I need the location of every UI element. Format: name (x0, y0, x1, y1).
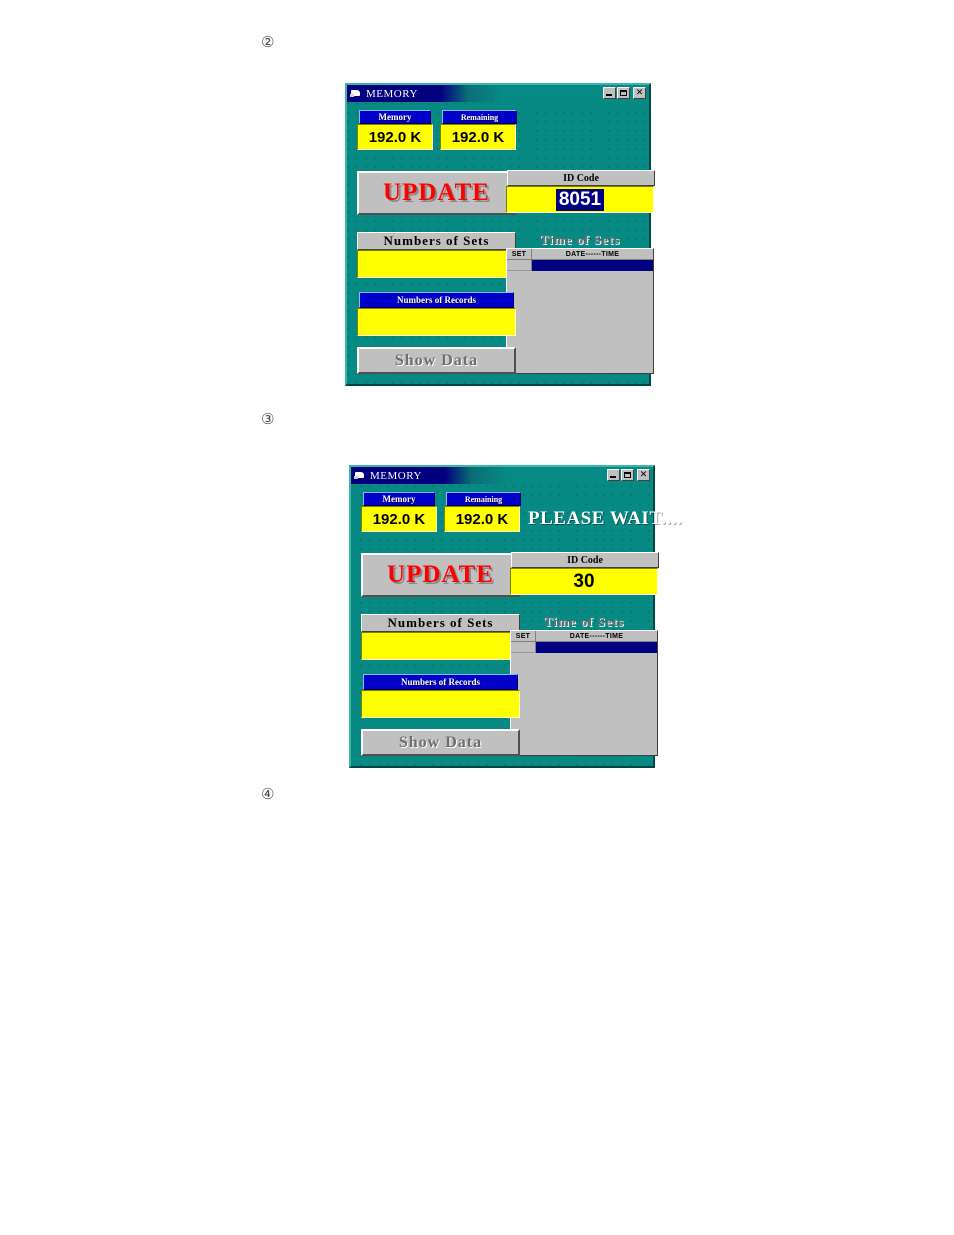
id-code-label: ID Code (507, 170, 655, 186)
remaining-value-field: 192.0 K (440, 124, 516, 150)
maximize-button[interactable] (617, 87, 630, 99)
minimize-icon (610, 476, 616, 478)
minimize-button[interactable] (603, 87, 616, 99)
window-2-client-area: MEMORY ✕ Memory 192.0 K Remaining 192.0 … (351, 467, 682, 766)
numbers-of-sets-field[interactable] (357, 250, 516, 278)
time-of-sets-grid[interactable]: SET DATE------TIME (510, 630, 658, 756)
row-set-cell (507, 260, 532, 271)
close-icon: ✕ (639, 470, 648, 480)
row-set-cell (511, 642, 536, 653)
window-1-client-area: MEMORY ✕ Memory 192.0 K Remaining 192.0 … (347, 85, 655, 384)
window-2-titlebar[interactable]: MEMORY ✕ (351, 467, 653, 484)
update-button-label: UPDATE (387, 561, 494, 588)
numbers-of-records-label: Numbers of Records (363, 674, 518, 690)
show-data-button[interactable]: Show Data (357, 347, 516, 374)
memory-value-field: 192.0 K (357, 124, 433, 150)
maximize-button[interactable] (621, 469, 634, 481)
table-row[interactable] (507, 260, 653, 271)
remaining-label: Remaining (446, 492, 521, 506)
window-1-controls: ✕ (603, 87, 646, 99)
close-button[interactable]: ✕ (633, 87, 646, 99)
memory-chip-icon (350, 88, 362, 99)
id-code-value: 8051 (555, 188, 605, 211)
time-of-sets-col-set: SET (511, 631, 536, 641)
window-2-controls: ✕ (607, 469, 650, 481)
remaining-label: Remaining (442, 110, 517, 124)
close-button[interactable]: ✕ (637, 469, 650, 481)
update-button[interactable]: UPDATE (361, 553, 520, 597)
window-2-title: MEMORY (370, 469, 422, 482)
row-datetime-cell (532, 260, 653, 271)
numbers-of-records-label: Numbers of Records (359, 292, 514, 308)
memory-window-2[interactable]: MEMORY ✕ Memory 192.0 K Remaining 192.0 … (349, 465, 682, 768)
time-of-sets-label: Time of Sets (543, 613, 625, 629)
status-message: PLEASE WAIT.... (528, 508, 683, 529)
close-icon: ✕ (635, 88, 644, 98)
update-button-label: UPDATE (383, 179, 490, 206)
memory-window-1[interactable]: MEMORY ✕ Memory 192.0 K Remaining 192.0 … (345, 83, 655, 386)
time-of-sets-grid[interactable]: SET DATE------TIME (506, 248, 654, 374)
time-of-sets-header-row: SET DATE------TIME (511, 631, 657, 642)
row-datetime-cell (536, 642, 657, 653)
id-code-field[interactable]: 8051 (506, 186, 654, 213)
window-1-titlebar[interactable]: MEMORY ✕ (347, 85, 649, 102)
show-data-button-label: Show Data (394, 351, 479, 369)
id-code-label: ID Code (511, 552, 659, 568)
window-1-title: MEMORY (366, 87, 418, 100)
step-marker-4: ④ (261, 785, 275, 803)
id-code-field[interactable]: 30 (510, 568, 658, 595)
table-row[interactable] (511, 642, 657, 653)
step-marker-2: ② (261, 33, 275, 51)
show-data-button[interactable]: Show Data (361, 729, 520, 756)
numbers-of-records-field[interactable] (361, 690, 520, 718)
minimize-icon (606, 94, 612, 96)
minimize-button[interactable] (607, 469, 620, 481)
numbers-of-records-field[interactable] (357, 308, 516, 336)
time-of-sets-label: Time of Sets (539, 231, 621, 247)
remaining-value-field: 192.0 K (444, 506, 520, 532)
maximize-icon (624, 472, 631, 478)
show-data-button-label: Show Data (398, 733, 483, 751)
time-of-sets-col-datetime: DATE------TIME (536, 631, 657, 641)
numbers-of-sets-label: Numbers of Sets (361, 614, 520, 632)
time-of-sets-col-datetime: DATE------TIME (532, 249, 653, 259)
numbers-of-sets-label: Numbers of Sets (357, 232, 516, 250)
memory-label: Memory (363, 492, 435, 506)
maximize-icon (620, 90, 627, 96)
time-of-sets-header-row: SET DATE------TIME (507, 249, 653, 260)
time-of-sets-col-set: SET (507, 249, 532, 259)
memory-value-field: 192.0 K (361, 506, 437, 532)
update-button[interactable]: UPDATE (357, 171, 516, 215)
step-marker-3: ③ (261, 410, 275, 428)
memory-chip-icon (354, 470, 366, 481)
numbers-of-sets-field[interactable] (361, 632, 520, 660)
memory-label: Memory (359, 110, 431, 124)
